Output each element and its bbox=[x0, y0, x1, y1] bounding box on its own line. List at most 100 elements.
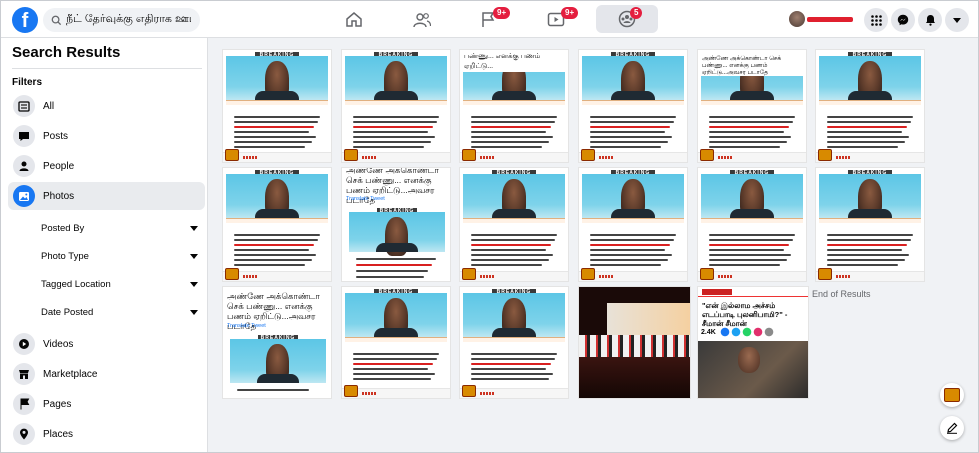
profile-button[interactable] bbox=[789, 11, 853, 27]
photo-result-tile[interactable]: அண்ணே அக்கொண்டா செக் பண்ணு... எனக்கு பணம… bbox=[222, 286, 332, 399]
caption-text-line bbox=[352, 358, 438, 360]
search-box[interactable] bbox=[43, 8, 200, 32]
tile-footer bbox=[816, 152, 924, 162]
compose-icon bbox=[947, 422, 958, 434]
caption-text-line bbox=[826, 254, 909, 256]
caption-text-line bbox=[470, 358, 556, 360]
facebook-logo-icon[interactable]: f bbox=[12, 7, 38, 33]
sidebar-item-people[interactable]: People bbox=[8, 152, 205, 180]
caption-text-line bbox=[352, 121, 438, 123]
nav-watch[interactable]: 9+ bbox=[525, 2, 587, 37]
caption-text-line bbox=[470, 264, 543, 266]
sidebar-item-marketplace[interactable]: Marketplace bbox=[8, 360, 205, 388]
nav-pages[interactable]: 9+ bbox=[457, 2, 519, 37]
speaker-shoulders bbox=[373, 328, 419, 337]
photo-result-tile[interactable]: BREAKING bbox=[341, 286, 451, 399]
grid-menu-icon bbox=[870, 14, 882, 26]
search-input[interactable] bbox=[66, 14, 191, 26]
filter-tagged-location[interactable]: Tagged Location bbox=[34, 273, 202, 295]
caption-text-line bbox=[233, 126, 314, 128]
caption-text-line bbox=[233, 234, 321, 236]
photo-result-tile[interactable]: BREAKING bbox=[578, 167, 688, 282]
caption-text-line bbox=[352, 146, 425, 148]
posts-icon bbox=[13, 125, 35, 147]
photo-result-tile[interactable]: BREAKING bbox=[815, 167, 925, 282]
caption-text-line bbox=[470, 368, 547, 370]
sidebar-item-label: Pages bbox=[43, 398, 72, 410]
photo-result-tile[interactable]: BREAKING bbox=[222, 49, 332, 163]
caption-text-line bbox=[589, 239, 675, 241]
photo-result-tile[interactable]: BREAKING bbox=[815, 49, 925, 163]
pages-badge: 9+ bbox=[493, 7, 511, 19]
filter-date-posted[interactable]: Date Posted bbox=[34, 301, 202, 323]
photo-result-tile[interactable]: BREAKING bbox=[697, 167, 807, 282]
tile-footer bbox=[342, 388, 450, 398]
speaker-photo bbox=[698, 341, 808, 398]
tweet-text: அண்ணே அக்கொண்டா செக் பண்ணு... எனக்கு பணம… bbox=[702, 56, 782, 76]
caption-bar bbox=[582, 218, 684, 223]
caption-text-line bbox=[708, 116, 796, 118]
sidebar-item-posts[interactable]: Posts bbox=[8, 122, 205, 150]
caption-text-line bbox=[589, 141, 668, 143]
nav-home[interactable] bbox=[323, 2, 385, 37]
watch-badge: 9+ bbox=[561, 7, 579, 19]
nav-friends[interactable] bbox=[391, 2, 453, 37]
sidebar-item-places[interactable]: Places bbox=[8, 420, 205, 448]
photo-result-tile[interactable]: BREAKING bbox=[578, 49, 688, 163]
caption-text-line bbox=[470, 136, 553, 138]
filter-photo-type[interactable]: Photo Type bbox=[34, 245, 202, 267]
caption-text-line bbox=[826, 116, 914, 118]
photo-result-tile[interactable]: அண்ணே அக்கொண்டா செக் பண்ணு... எனக்கு பணம… bbox=[341, 167, 451, 282]
photos-icon bbox=[13, 185, 35, 207]
photo-result-tile[interactable]: BREAKINGஅண்ணே அக்கொண்டா செக் பண்ணு... என… bbox=[697, 49, 807, 163]
account-button[interactable] bbox=[945, 8, 969, 32]
sidebar-item-all[interactable]: All bbox=[8, 92, 205, 120]
home-icon bbox=[346, 12, 362, 27]
photo-result-tile[interactable]: BREAKING bbox=[222, 167, 332, 282]
caret-down-icon bbox=[190, 281, 198, 287]
page-avatar-button[interactable] bbox=[940, 383, 964, 407]
nav-gaming[interactable]: 5 bbox=[596, 5, 658, 33]
sidebar-item-label: Videos bbox=[43, 338, 74, 350]
caption-text-line bbox=[470, 378, 549, 380]
social-dots bbox=[362, 392, 376, 395]
caret-down-icon bbox=[190, 225, 198, 231]
notifications-button[interactable] bbox=[918, 8, 942, 32]
photo-result-tile[interactable]: BREAKING bbox=[459, 167, 569, 282]
caption-text-line bbox=[352, 373, 435, 375]
filter-posted-by[interactable]: Posted By bbox=[34, 217, 202, 239]
flag-icon bbox=[13, 393, 35, 415]
caption-text-line bbox=[470, 249, 547, 251]
messenger-button[interactable] bbox=[891, 8, 915, 32]
translate-link[interactable]: Translate Tweet bbox=[346, 196, 385, 202]
tile-footer bbox=[460, 152, 568, 162]
photo-result-tile[interactable]: BREAKING bbox=[459, 286, 569, 399]
caption-text-line bbox=[708, 254, 791, 256]
caption-text-line bbox=[708, 121, 794, 123]
sidebar-item-label: Places bbox=[43, 428, 74, 440]
caption-text-line bbox=[708, 131, 785, 133]
news-headline-tile[interactable]: "என் இல்லாம அச்சம் எடப்பாடி புலனிபாமி?" … bbox=[697, 286, 809, 399]
sidebar-item-pages[interactable]: Pages bbox=[8, 390, 205, 418]
caption-bar bbox=[345, 337, 447, 342]
caption-text-line bbox=[470, 239, 556, 241]
sidebar-item-photos[interactable]: Photos bbox=[8, 182, 205, 210]
event-photo-tile[interactable] bbox=[578, 286, 691, 399]
channel-logo-icon bbox=[462, 268, 476, 280]
channel-logo-icon bbox=[818, 149, 832, 161]
translate-link[interactable]: Translate Tweet bbox=[227, 323, 266, 329]
sidebar-item-label: People bbox=[43, 160, 75, 172]
menu-button[interactable] bbox=[864, 8, 888, 32]
photo-result-tile[interactable]: BREAKING bbox=[341, 49, 451, 163]
new-message-button[interactable] bbox=[940, 416, 964, 440]
news-headline: "என் இல்லாம அச்சம் எடப்பாடி புலனிபாமி?" … bbox=[702, 301, 788, 328]
sidebar-item-videos[interactable]: Videos bbox=[8, 330, 205, 358]
news-photo bbox=[349, 212, 445, 256]
caption-text-line bbox=[470, 234, 558, 236]
bell-icon bbox=[925, 15, 935, 26]
tile-footer bbox=[342, 152, 450, 162]
share-count: 2.4K bbox=[701, 329, 716, 336]
photo-result-tile[interactable]: BREAKINGபண்ணு... எனக்கு பணம் ஏறிட்டு... bbox=[459, 49, 569, 163]
tile-footer bbox=[460, 388, 568, 398]
caption-text-line bbox=[470, 131, 547, 133]
